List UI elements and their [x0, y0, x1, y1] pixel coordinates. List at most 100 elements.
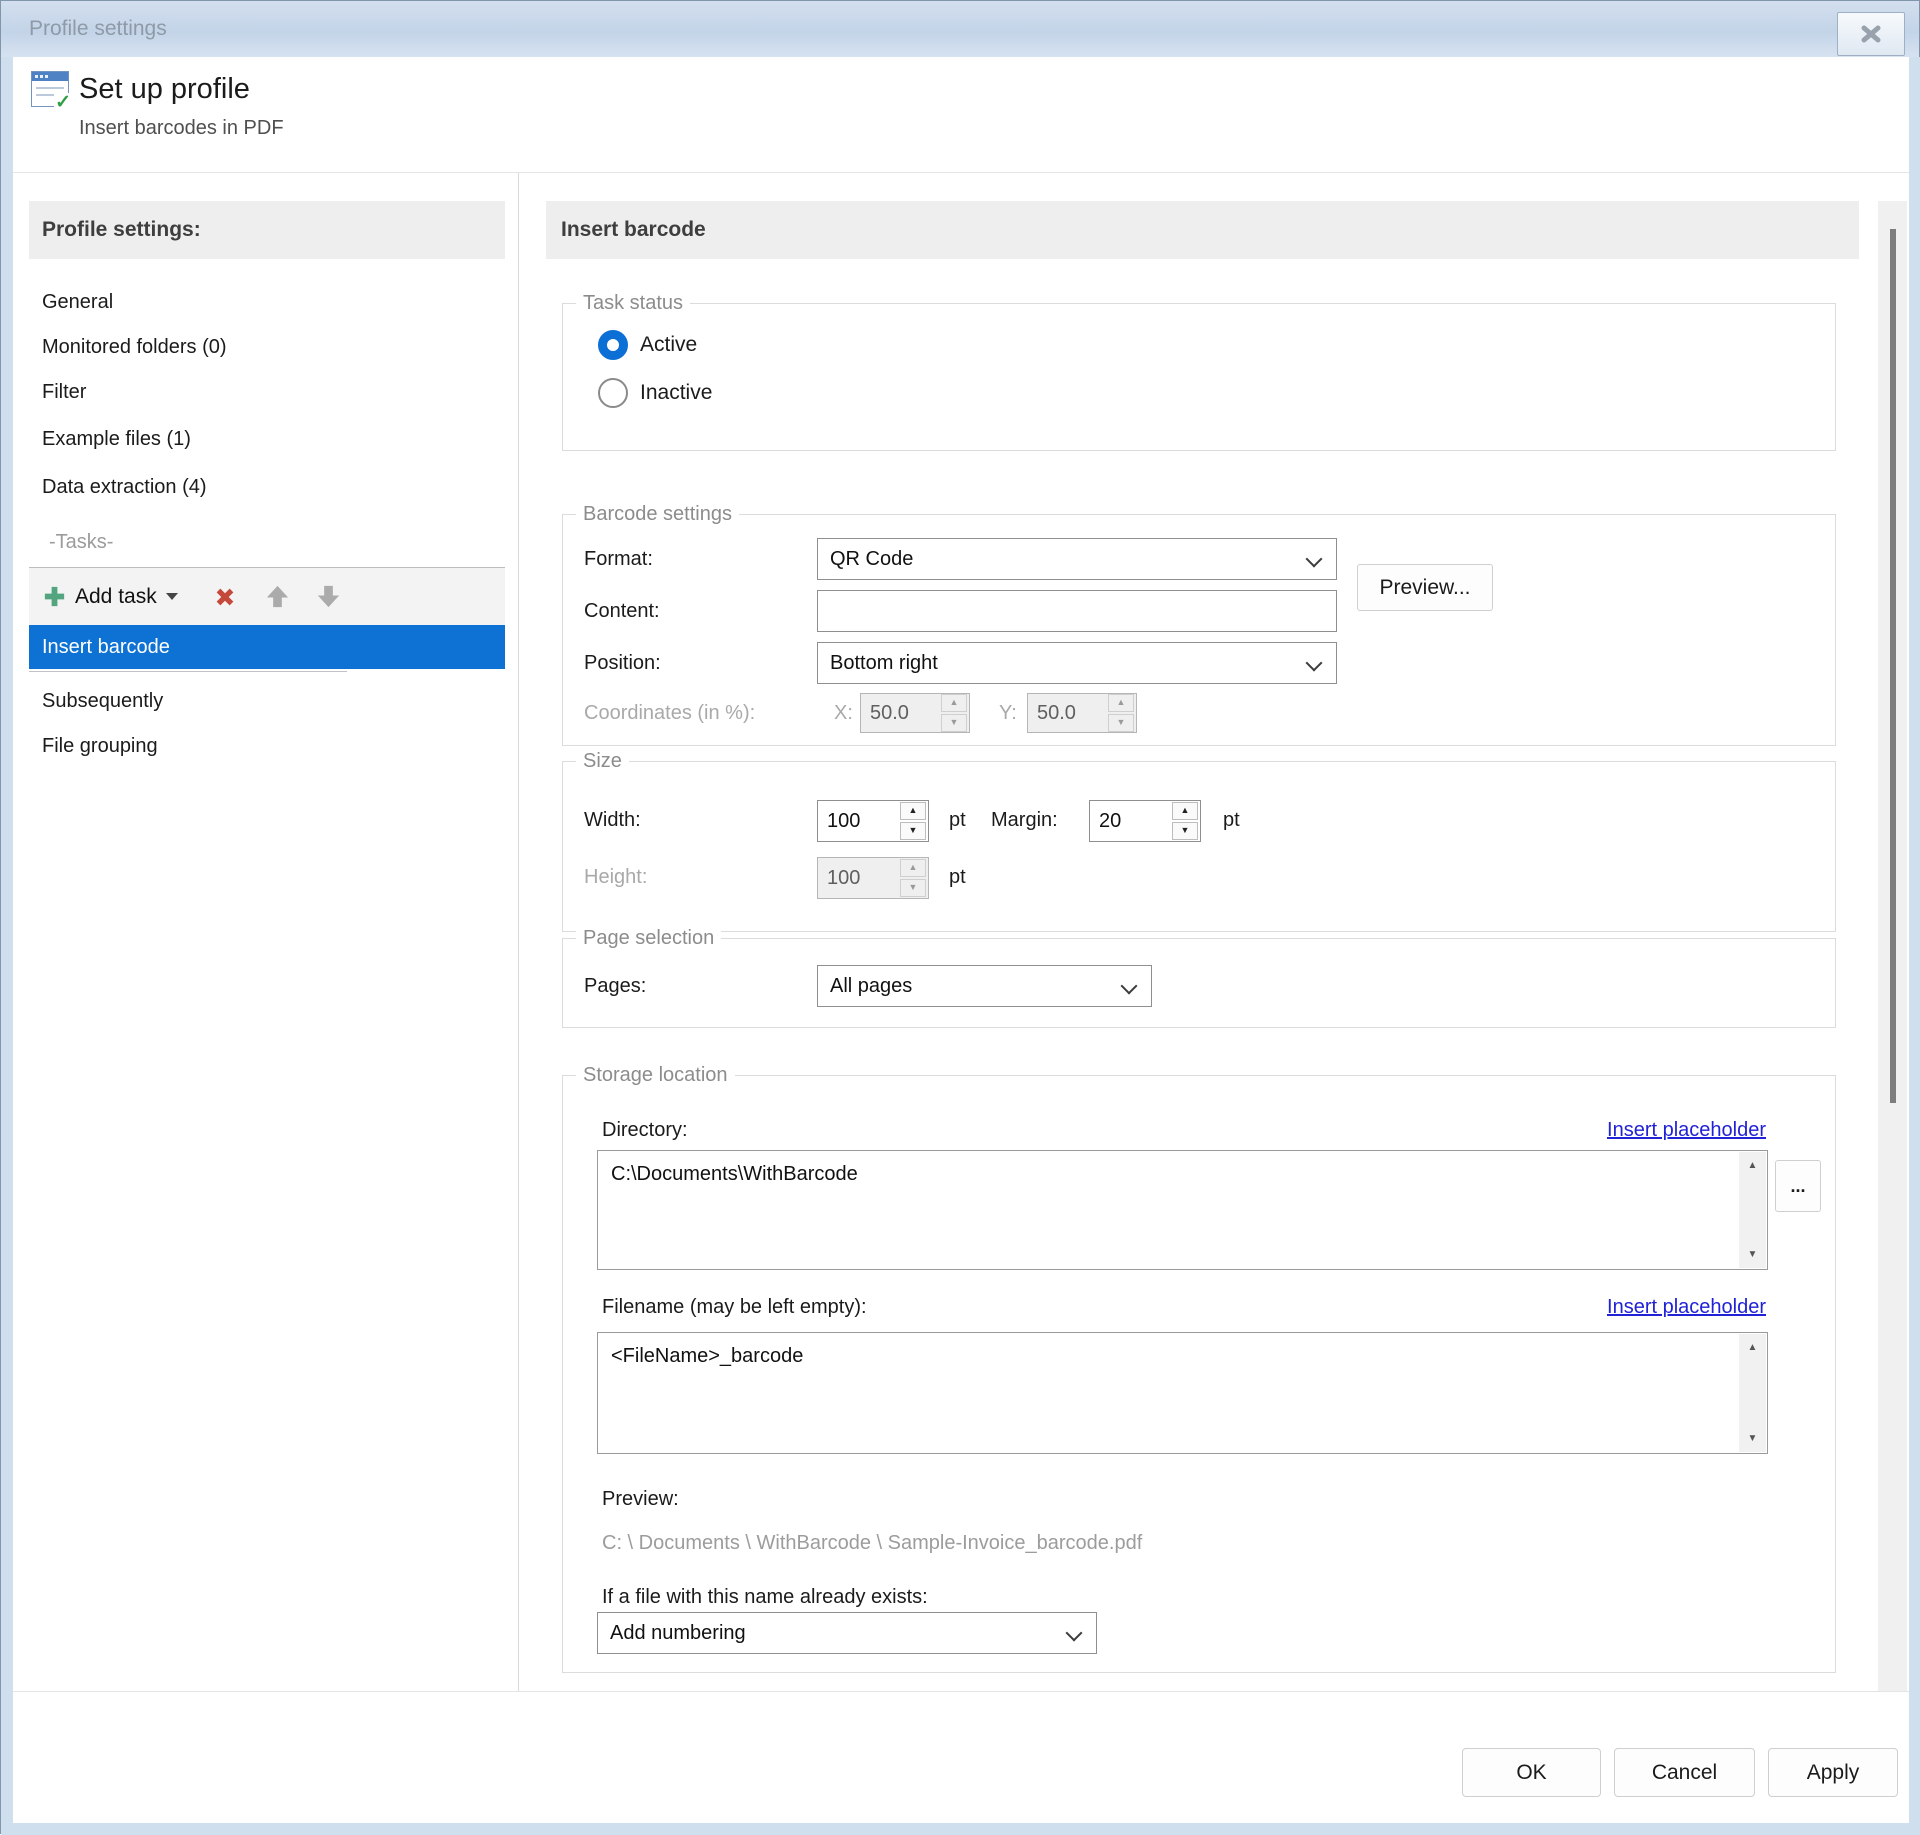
spin-down-icon: ▼: [900, 879, 926, 897]
page-selection-legend: Page selection: [576, 925, 722, 951]
spin-down-icon[interactable]: ▼: [1172, 822, 1198, 840]
preview-path: C: \ Documents \ WithBarcode \ Sample-In…: [602, 1532, 1143, 1554]
sidebar-item-subsequently[interactable]: Subsequently: [29, 679, 505, 723]
task-status-group: Task status Active Inactive: [562, 290, 1836, 451]
close-icon: [1861, 25, 1881, 43]
file-exists-label: If a file with this name already exists:: [602, 1586, 928, 1608]
spin-down-icon[interactable]: ▼: [900, 822, 926, 840]
close-button[interactable]: [1837, 12, 1905, 56]
filename-textarea[interactable]: <FileName>_barcode ▲ ▼: [597, 1332, 1768, 1454]
window-border-right: [1909, 57, 1920, 1823]
sidebar-item-monitored-folders[interactable]: Monitored folders (0): [29, 324, 505, 370]
height-value: 100: [827, 867, 861, 889]
sidebar-heading: Profile settings:: [29, 201, 505, 259]
browse-directory-button[interactable]: ...: [1775, 1160, 1821, 1212]
barcode-settings-group: Barcode settings Format: QR Code Preview…: [562, 501, 1836, 746]
spin-up-icon: ▲: [941, 694, 967, 712]
format-label: Format:: [584, 548, 653, 570]
directory-scrollbar[interactable]: ▲ ▼: [1739, 1152, 1766, 1268]
pages-dropdown[interactable]: All pages: [817, 965, 1152, 1007]
sidebar-item-file-grouping[interactable]: File grouping: [29, 724, 505, 768]
file-exists-dropdown[interactable]: Add numbering: [597, 1612, 1097, 1654]
width-unit: pt: [949, 809, 966, 831]
coordinate-y-label: Y:: [999, 702, 1017, 724]
directory-textarea[interactable]: C:\Documents\WithBarcode ▲ ▼: [597, 1150, 1768, 1270]
scroll-up-icon[interactable]: ▲: [1739, 1342, 1766, 1353]
task-toolbar: Add task: [29, 567, 505, 625]
format-dropdown[interactable]: QR Code: [817, 538, 1337, 580]
plus-icon: [44, 586, 65, 607]
panel-scrollbar[interactable]: [1878, 201, 1907, 1691]
add-task-button[interactable]: Add task: [41, 583, 178, 610]
sidebar-item-filter[interactable]: Filter: [29, 369, 505, 415]
width-spinner[interactable]: 100 ▲ ▼: [817, 800, 929, 842]
file-exists-value: Add numbering: [610, 1622, 746, 1644]
directory-label: Directory:: [602, 1119, 688, 1141]
radio-inactive-label: Inactive: [640, 381, 713, 404]
filename-insert-placeholder-link[interactable]: Insert placeholder: [1607, 1289, 1766, 1325]
move-task-down-button[interactable]: [315, 583, 342, 610]
directory-value: C:\Documents\WithBarcode: [611, 1163, 858, 1185]
position-value: Bottom right: [830, 652, 938, 674]
directory-insert-placeholder-link[interactable]: Insert placeholder: [1607, 1112, 1766, 1148]
width-value: 100: [827, 810, 861, 832]
chevron-down-icon: [1120, 977, 1138, 995]
barcode-settings-legend: Barcode settings: [576, 501, 739, 527]
titlebar: Profile settings: [1, 1, 1919, 57]
sidebar-item-example-files[interactable]: Example files (1): [29, 416, 505, 462]
scroll-down-icon[interactable]: ▼: [1739, 1433, 1766, 1444]
margin-spinner[interactable]: 20 ▲ ▼: [1089, 800, 1201, 842]
preview-button[interactable]: Preview...: [1357, 564, 1493, 611]
height-spinner: 100 ▲ ▼: [817, 857, 929, 899]
margin-label: Margin:: [991, 809, 1058, 831]
spin-up-icon[interactable]: ▲: [1172, 802, 1198, 820]
content-input[interactable]: [817, 590, 1337, 632]
radio-inactive[interactable]: Inactive: [598, 378, 712, 408]
header-divider: [13, 172, 1909, 173]
size-group: Size Width: 100 ▲ ▼ pt Margin: 20 ▲ ▼ pt…: [562, 748, 1836, 932]
move-task-up-button[interactable]: [264, 583, 291, 610]
window-border-bottom: [1, 1823, 1920, 1835]
sidebar-item-general[interactable]: General: [29, 279, 505, 325]
panel-scrollbar-thumb[interactable]: [1890, 229, 1896, 1103]
arrow-up-icon: [266, 585, 288, 608]
delete-x-icon: [216, 588, 234, 605]
spin-up-icon[interactable]: ▲: [900, 802, 926, 820]
margin-value: 20: [1099, 810, 1122, 832]
pages-label: Pages:: [584, 975, 647, 997]
radio-active[interactable]: Active: [598, 330, 697, 360]
footer-divider: [13, 1691, 1909, 1692]
coordinate-y-spinner: 50.0 ▲ ▼: [1027, 693, 1137, 733]
sidebar-item-data-extraction[interactable]: Data extraction (4): [29, 464, 505, 510]
radio-selected-icon: [598, 330, 628, 360]
page-subtitle: Insert barcodes in PDF: [79, 117, 284, 139]
tasks-section-label: -Tasks-: [49, 531, 114, 553]
position-dropdown[interactable]: Bottom right: [817, 642, 1337, 684]
ok-button[interactable]: OK: [1462, 1748, 1601, 1797]
cancel-button[interactable]: Cancel: [1614, 1748, 1755, 1797]
filename-label: Filename (may be left empty):: [602, 1296, 867, 1318]
apply-button[interactable]: Apply: [1768, 1748, 1898, 1797]
coordinate-x-label: X:: [834, 702, 853, 724]
scroll-down-icon[interactable]: ▼: [1739, 1249, 1766, 1260]
width-label: Width:: [584, 809, 641, 831]
add-task-label: Add task: [75, 584, 157, 608]
window-border-left: [1, 57, 13, 1823]
spin-up-icon: ▲: [900, 859, 926, 877]
task-list-separator: [29, 671, 347, 672]
scroll-up-icon[interactable]: ▲: [1739, 1160, 1766, 1171]
profile-settings-dialog: Profile settings ✓ Set up profile Insert…: [0, 0, 1920, 1835]
panel-heading: Insert barcode: [546, 201, 1859, 259]
delete-task-button[interactable]: [212, 584, 238, 610]
height-unit: pt: [949, 866, 966, 888]
format-value: QR Code: [830, 548, 914, 570]
arrow-down-icon: [317, 585, 339, 608]
task-item-insert-barcode[interactable]: Insert barcode: [29, 625, 505, 669]
page-selection-group: Page selection Pages: All pages: [562, 925, 1836, 1028]
position-label: Position:: [584, 652, 661, 674]
spin-up-icon: ▲: [1108, 694, 1134, 712]
panel-divider: [518, 173, 519, 1691]
filename-scrollbar[interactable]: ▲ ▼: [1739, 1334, 1766, 1452]
check-icon: ✓: [54, 92, 72, 113]
content-label: Content:: [584, 600, 660, 622]
